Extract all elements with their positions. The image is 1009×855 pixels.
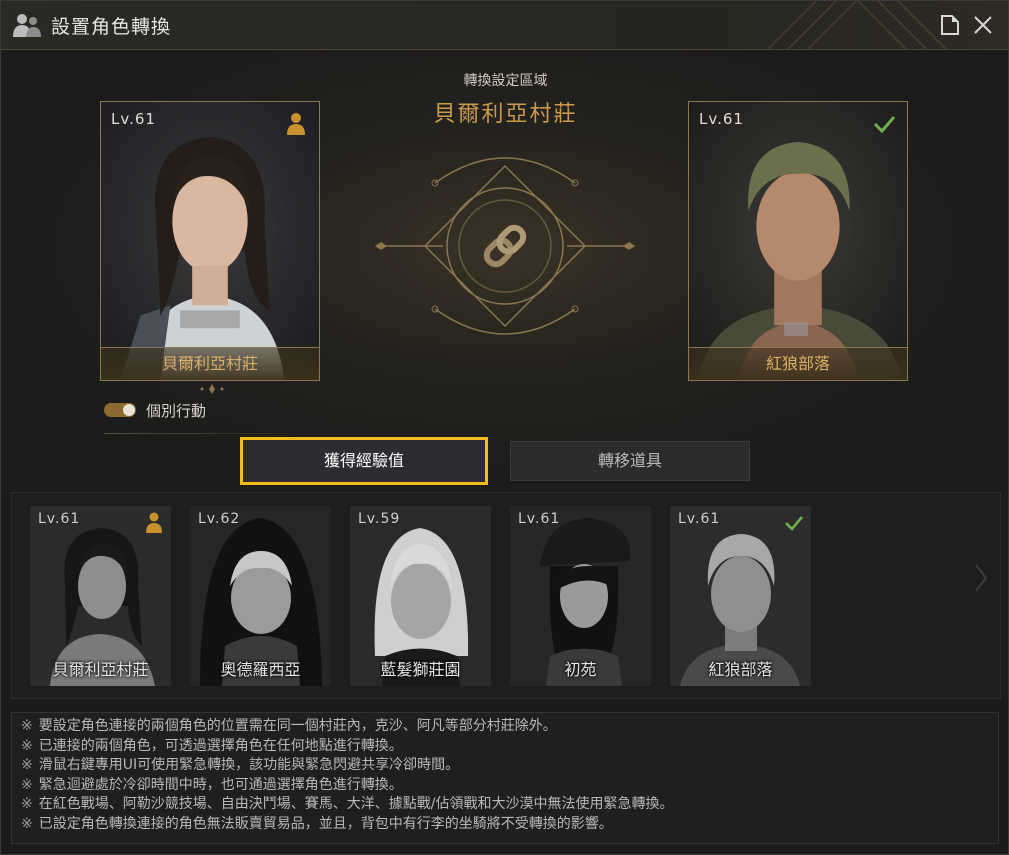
note-text: 要設定角色連接的兩個角色的位置需在同一個村莊內，克沙、阿凡等部分村莊除外。: [38, 718, 557, 734]
note-line: ※ 要設定角色連接的兩個角色的位置需在同一個村莊內，克沙、阿凡等部分村莊除外。: [21, 717, 998, 737]
left-character-name: 貝爾利亞村莊: [101, 347, 319, 380]
card-divider-ornament: [200, 384, 224, 394]
character-roster: Lv.61 貝爾利亞村莊 Lv.62 奧德羅西亞 Lv.59 藍髮獅莊園 Lv.…: [11, 492, 1001, 699]
check-icon: [785, 516, 803, 531]
note-text: 滑鼠右鍵專用UI可使用緊急轉換，該功能與緊急閃避共享冷卻時間。: [38, 757, 460, 774]
title-decoration: [767, 1, 947, 49]
document-icon[interactable]: [941, 15, 959, 35]
link-icon: [375, 157, 635, 335]
note-mark: ※: [21, 737, 33, 754]
note-text: 緊急迴避處於冷卻時間中時，也可通過選擇角色進行轉換。: [38, 776, 403, 793]
note-mark: ※: [21, 815, 33, 832]
roster-slot-5[interactable]: Lv.61 紅狼部落: [670, 506, 811, 686]
individual-action-toggle[interactable]: [104, 403, 136, 417]
person-icon: [146, 512, 162, 533]
right-character-level: Lv.61: [699, 110, 744, 128]
roster-level-5: Lv.61: [678, 511, 721, 527]
roster-name-1: 貝爾利亞村莊: [52, 660, 149, 679]
roster-name-2: 奧德羅西亞: [220, 660, 301, 679]
check-icon: [873, 116, 895, 134]
tab-transfer-items[interactable]: 轉移道具: [510, 441, 750, 481]
roster-name-3: 藍髮獅莊園: [380, 660, 461, 679]
roster-level-2: Lv.62: [198, 511, 241, 527]
note-text: 已設定角色轉換連接的角色無法販賣貿易品，並且，背包中有行李的坐騎將不受轉換的影響…: [38, 815, 613, 832]
roster-slot-2[interactable]: Lv.62 奧德羅西亞: [190, 506, 331, 686]
chevron-right-icon[interactable]: [974, 563, 988, 593]
title-bar: 設置角色轉換: [1, 1, 1008, 50]
right-character-portrait: [689, 102, 907, 380]
note-line: ※ 緊急迴避處於冷卻時間中時，也可通過選擇角色進行轉換。: [21, 776, 998, 796]
roster-slot-1[interactable]: Lv.61 貝爾利亞村莊: [30, 506, 171, 686]
right-character-card[interactable]: Lv.61 紅狼部落: [688, 101, 908, 381]
note-line: ※ 已連接的兩個角色，可透過選擇角色在任何地點進行轉換。: [21, 737, 998, 757]
individual-action-label: 個別行動: [146, 402, 207, 420]
roster-name-4: 初苑: [564, 660, 597, 679]
note-line: ※ 在紅色戰場、阿勒沙競技場、自由決鬥場、賽馬、大洋、據點戰/佔領戰和大沙漠中無法…: [21, 795, 998, 815]
roster-slot-3[interactable]: Lv.59 藍髮獅莊園: [350, 506, 491, 686]
note-line: ※ 已設定角色轉換連接的角色無法販賣貿易品，並且，背包中有行李的坐騎將不受轉換的影…: [21, 815, 998, 835]
zone-label: 轉換設定區域: [463, 73, 548, 89]
note-mark: ※: [21, 796, 33, 813]
notes-panel: ※ 要設定角色連接的兩個角色的位置需在同一個村莊內，克沙、阿凡等部分村莊除外。 ※…: [11, 712, 999, 844]
close-icon[interactable]: [973, 15, 993, 35]
note-mark: ※: [21, 776, 33, 793]
roster-level-1: Lv.61: [38, 511, 81, 527]
character-switch-window: 設置角色轉換 Lv.61 貝爾利亞村莊 轉換設定區域 貝爾利亞村莊 Lv.61 …: [0, 0, 1009, 855]
note-mark: ※: [21, 718, 33, 734]
roster-level-3: Lv.59: [358, 511, 401, 527]
note-text: 已連接的兩個角色，可透過選擇角色在任何地點進行轉換。: [38, 737, 403, 754]
divider-line: [104, 433, 324, 434]
roster-level-4: Lv.61: [518, 511, 561, 527]
note-text: 在紅色戰場、阿勒沙競技場、自由決鬥場、賽馬、大洋、據點戰/佔領戰和大沙漠中無法使…: [38, 796, 674, 813]
left-character-card[interactable]: Lv.61 貝爾利亞村莊: [100, 101, 320, 381]
characters-icon: [13, 14, 41, 37]
note-line: ※ 滑鼠右鍵專用UI可使用緊急轉換，該功能與緊急閃避共享冷卻時間。: [21, 756, 998, 776]
window-title: 設置角色轉換: [51, 16, 172, 38]
left-character-portrait: [101, 102, 319, 380]
roster-name-5: 紅狼部落: [708, 660, 773, 679]
right-character-name: 紅狼部落: [689, 347, 907, 380]
roster-slot-4[interactable]: Lv.61 初苑: [510, 506, 651, 686]
note-mark: ※: [21, 757, 33, 774]
tab-gain-experience[interactable]: 獲得經驗值: [240, 437, 488, 485]
toggle-knob: [123, 404, 135, 416]
